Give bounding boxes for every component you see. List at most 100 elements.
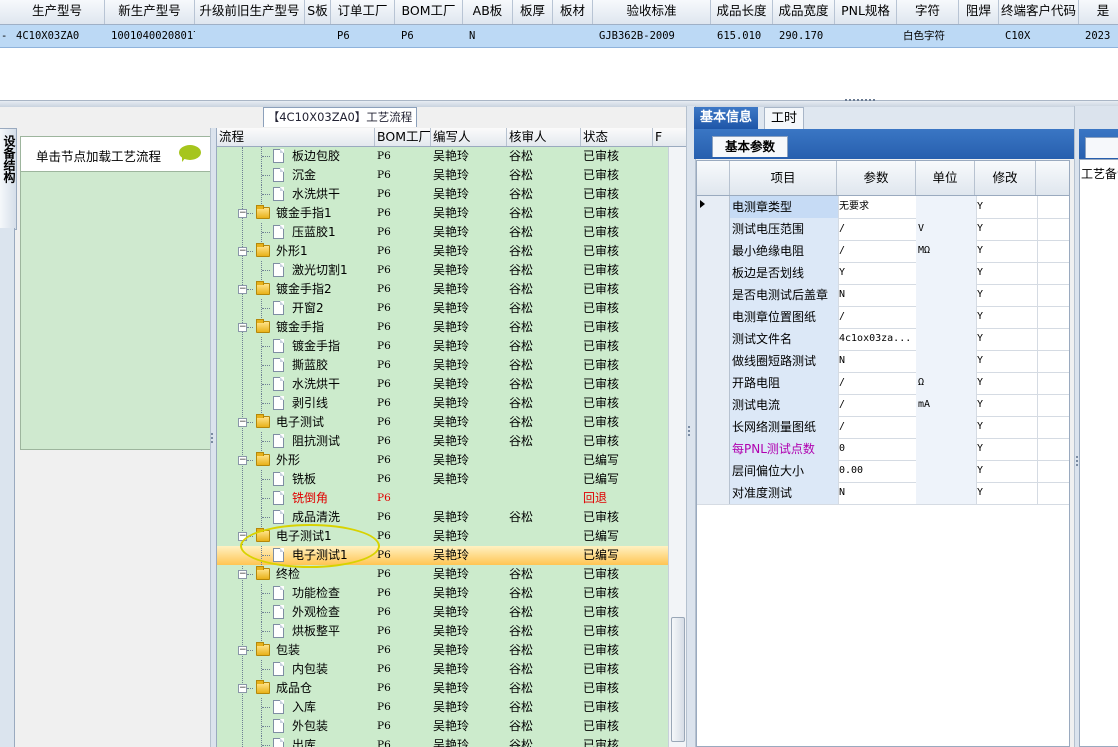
- collapse-toggle-icon[interactable]: −: [238, 418, 247, 427]
- top-col-header[interactable]: 成品宽度: [773, 0, 835, 24]
- product-grid-row[interactable]: -4C10X03ZA0 10010400208017 P6 P6 N GJB362B-20…: [0, 25, 1118, 48]
- col-header-param[interactable]: 参数: [837, 161, 916, 195]
- param-value[interactable]: N: [837, 284, 918, 306]
- param-unit[interactable]: [916, 438, 977, 460]
- top-cell[interactable]: [311, 25, 331, 47]
- param-value[interactable]: /: [837, 372, 918, 394]
- param-value[interactable]: /: [837, 240, 918, 262]
- tab-work-hours[interactable]: 工时: [764, 107, 805, 129]
- param-unit[interactable]: [916, 262, 977, 284]
- collapse-toggle-icon[interactable]: −: [238, 285, 247, 294]
- top-col-header[interactable]: 成品长度: [711, 0, 773, 24]
- param-mod[interactable]: Y: [975, 350, 1038, 372]
- top-col-header[interactable]: 验收标准: [593, 0, 711, 24]
- top-cell[interactable]: [201, 25, 305, 47]
- scrollbar-thumb[interactable]: [671, 617, 685, 742]
- param-row[interactable]: 开路电阻 / Ω Y: [697, 372, 1069, 395]
- param-value[interactable]: 无要求: [837, 196, 918, 218]
- tree-row[interactable]: 内包装 P6 吴艳玲 谷松 已审核: [217, 660, 668, 679]
- param-row[interactable]: 是否电测试后盖章 N Y: [697, 284, 1069, 307]
- row-selector[interactable]: [697, 350, 730, 372]
- param-row[interactable]: 电测章位置图纸 / Y: [697, 306, 1069, 329]
- row-selector[interactable]: [697, 394, 730, 416]
- param-row[interactable]: 每PNL测试点数 0 Y: [697, 438, 1069, 461]
- tree-row[interactable]: 外包装 P6 吴艳玲 谷松 已审核: [217, 717, 668, 736]
- param-unit[interactable]: MΩ: [916, 240, 977, 262]
- top-col-header[interactable]: 板材: [553, 0, 593, 24]
- param-mod[interactable]: Y: [975, 482, 1038, 504]
- tree-row[interactable]: 铣板 P6 吴艳玲 已编写: [217, 470, 668, 489]
- top-cell[interactable]: 2023: [1085, 25, 1118, 47]
- tree-row[interactable]: 成品清洗 P6 吴艳玲 谷松 已审核: [217, 508, 668, 527]
- notes-tab[interactable]: [1085, 137, 1118, 158]
- tree-row[interactable]: 水洗烘干 P6 吴艳玲 谷松 已审核: [217, 375, 668, 394]
- row-selector[interactable]: [697, 284, 730, 306]
- top-cell[interactable]: N: [469, 25, 513, 47]
- param-value[interactable]: N: [837, 350, 918, 372]
- param-value[interactable]: /: [837, 394, 918, 416]
- col-header-unit[interactable]: 单位: [916, 161, 975, 195]
- tree-row[interactable]: 激光切割1 P6 吴艳玲 谷松 已审核: [217, 261, 668, 280]
- param-row[interactable]: 电测章类型 无要求 Y: [697, 196, 1069, 219]
- top-col-header[interactable]: AB板: [463, 0, 513, 24]
- collapse-toggle-icon[interactable]: −: [238, 456, 247, 465]
- param-value[interactable]: /: [837, 218, 918, 240]
- top-col-header[interactable]: 阻焊: [959, 0, 999, 24]
- top-cell[interactable]: GJB362B-2009: [599, 25, 711, 47]
- param-row[interactable]: 做线圈短路测试 N Y: [697, 350, 1069, 373]
- top-cell[interactable]: 4C10X03ZA0: [16, 25, 105, 47]
- tree-row[interactable]: 开窗2 P6 吴艳玲 谷松 已审核: [217, 299, 668, 318]
- param-value[interactable]: 4c1ox03za...: [837, 328, 918, 350]
- tab-basic-info[interactable]: 基本信息: [694, 107, 759, 129]
- tree-row[interactable]: 剥引线 P6 吴艳玲 谷松 已审核: [217, 394, 668, 413]
- top-cell[interactable]: P6: [337, 25, 395, 47]
- tree-row[interactable]: − 镀金手指 P6 吴艳玲 谷松 已审核: [217, 318, 668, 337]
- param-mod[interactable]: Y: [975, 438, 1038, 460]
- horizontal-splitter[interactable]: [0, 99, 1118, 107]
- top-cell[interactable]: P6: [401, 25, 463, 47]
- tree-row[interactable]: − 包装 P6 吴艳玲 谷松 已审核: [217, 641, 668, 660]
- top-cell[interactable]: 615.010: [717, 25, 773, 47]
- col-header-item[interactable]: 项目: [730, 161, 837, 195]
- param-mod[interactable]: Y: [975, 372, 1038, 394]
- param-value[interactable]: /: [837, 416, 918, 438]
- param-mod[interactable]: Y: [975, 196, 1038, 218]
- top-cell[interactable]: 白色字符: [903, 25, 959, 47]
- tree-row[interactable]: 水洗烘干 P6 吴艳玲 谷松 已审核: [217, 185, 668, 204]
- param-value[interactable]: /: [837, 306, 918, 328]
- tree-row[interactable]: 沉金 P6 吴艳玲 谷松 已审核: [217, 166, 668, 185]
- param-mod[interactable]: Y: [975, 306, 1038, 328]
- param-mod[interactable]: Y: [975, 218, 1038, 240]
- tree-row[interactable]: 功能检查 P6 吴艳玲 谷松 已审核: [217, 584, 668, 603]
- tree-col-header[interactable]: F: [653, 128, 687, 146]
- param-unit[interactable]: V: [916, 218, 977, 240]
- device-structure-tab[interactable]: 设备结构: [0, 128, 17, 230]
- top-cell[interactable]: [965, 25, 999, 47]
- tree-row[interactable]: − 成品仓 P6 吴艳玲 谷松 已审核: [217, 679, 668, 698]
- param-mod[interactable]: Y: [975, 394, 1038, 416]
- param-unit[interactable]: [916, 284, 977, 306]
- tree-row[interactable]: 烘板整平 P6 吴艳玲 谷松 已审核: [217, 622, 668, 641]
- param-mod[interactable]: Y: [975, 460, 1038, 482]
- top-cell[interactable]: [519, 25, 553, 47]
- middle-splitter[interactable]: [686, 106, 696, 747]
- param-unit[interactable]: [916, 460, 977, 482]
- collapse-toggle-icon[interactable]: −: [238, 323, 247, 332]
- top-col-header[interactable]: 订单工厂: [331, 0, 395, 24]
- param-row[interactable]: 层间偏位大小 0.00 Y: [697, 460, 1069, 483]
- param-unit[interactable]: [916, 306, 977, 328]
- top-col-header[interactable]: S板: [305, 0, 331, 24]
- col-header-modify[interactable]: 修改: [975, 161, 1036, 195]
- tree-row[interactable]: − 外形 P6 吴艳玲 已编写: [217, 451, 668, 470]
- row-selector[interactable]: [697, 240, 730, 262]
- param-row[interactable]: 测试电压范围 / V Y: [697, 218, 1069, 241]
- row-selector[interactable]: [697, 306, 730, 328]
- param-unit[interactable]: mA: [916, 394, 977, 416]
- top-col-header[interactable]: 是: [1079, 0, 1118, 24]
- top-col-header[interactable]: 生产型号: [10, 0, 105, 24]
- top-cell[interactable]: 10010400208017: [111, 25, 195, 47]
- tree-row[interactable]: − 外形1 P6 吴艳玲 谷松 已审核: [217, 242, 668, 261]
- tree-col-header[interactable]: 状态: [581, 128, 653, 146]
- param-row[interactable]: 对准度测试 N Y: [697, 482, 1069, 505]
- notes-area[interactable]: 工艺备注: [1079, 159, 1118, 747]
